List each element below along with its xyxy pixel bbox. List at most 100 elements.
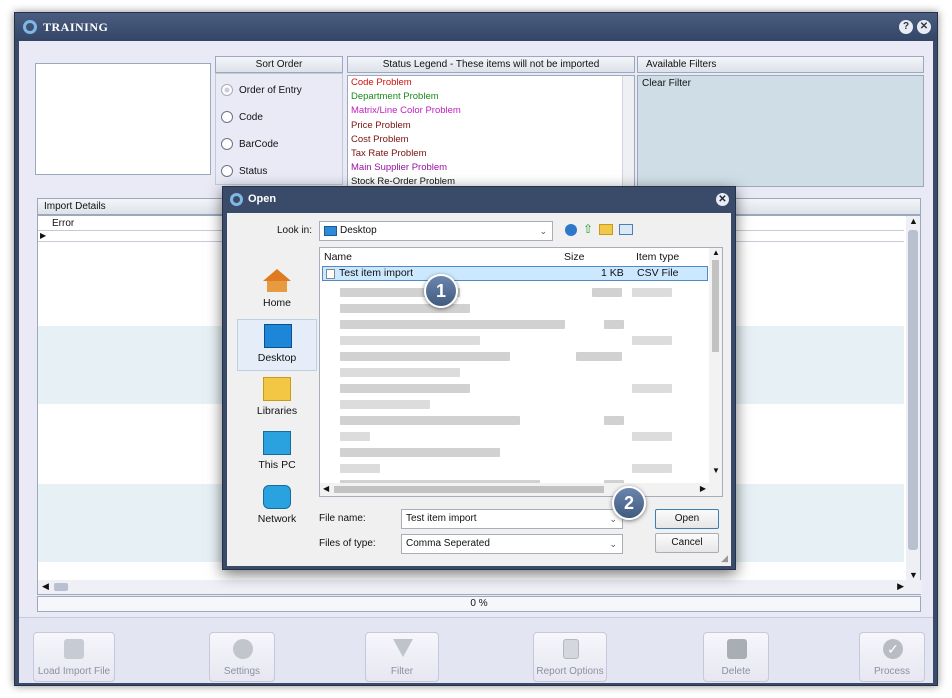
step-1-callout: 1	[424, 274, 458, 308]
blurred-type	[632, 336, 672, 345]
sort-barcode[interactable]: BarCode	[221, 135, 278, 153]
selected-file-row[interactable]: Test item import 1 KB CSV File	[322, 266, 708, 281]
file-name-label: File name:	[319, 513, 366, 524]
desktop-icon	[264, 324, 292, 348]
settings-button[interactable]: Settings	[209, 632, 275, 682]
scroll-down-icon[interactable]: ▼	[909, 570, 918, 580]
scroll-thumb[interactable]	[54, 583, 68, 591]
blurred-file-row	[340, 432, 370, 441]
chevron-down-icon: ⌄	[539, 226, 547, 236]
button-label: Report Options	[536, 666, 604, 677]
new-folder-icon[interactable]	[599, 224, 613, 235]
file-list-hscrollbar[interactable]: ◀ ▶	[320, 483, 710, 496]
dialog-title: Open	[248, 193, 277, 205]
file-list-vscrollbar[interactable]: ▲ ▼	[709, 248, 722, 496]
scroll-right-icon[interactable]: ▶	[700, 484, 706, 493]
radio-icon	[221, 111, 233, 123]
scroll-thumb[interactable]	[712, 260, 719, 352]
blurred-file-row	[340, 464, 380, 473]
size-column-header[interactable]: Size	[564, 251, 584, 263]
checkmark-icon: ✓	[883, 639, 903, 659]
gear-icon	[233, 639, 253, 659]
blurred-file-row	[340, 336, 480, 345]
home-icon	[263, 269, 291, 281]
clear-filter-item[interactable]: Clear Filter	[638, 76, 923, 91]
place-desktop[interactable]: Desktop	[237, 319, 317, 371]
delete-button[interactable]: Delete	[703, 632, 769, 682]
progress-text: 0 %	[470, 598, 488, 609]
radio-icon	[221, 138, 233, 150]
button-label: Load Import File	[37, 666, 111, 677]
up-folder-icon[interactable]: ⇧	[583, 222, 593, 236]
place-this-pc[interactable]: This PC	[237, 427, 317, 479]
view-menu-icon[interactable]	[619, 224, 633, 235]
this-pc-icon	[263, 431, 291, 455]
scroll-thumb[interactable]	[334, 486, 604, 493]
place-label: Desktop	[257, 352, 297, 364]
dialog-logo-icon	[230, 193, 243, 206]
app-titlebar: TRAINING ? ✕	[15, 13, 937, 41]
look-in-combo[interactable]: Desktop ⌄	[319, 221, 553, 241]
button-label: Settings	[223, 666, 261, 677]
file-list[interactable]: Name Size Item type Test item import 1 K…	[319, 247, 723, 497]
grid-hscrollbar[interactable]: ◀ ▶	[38, 580, 922, 594]
sort-status[interactable]: Status	[221, 162, 267, 180]
scroll-up-icon[interactable]: ▲	[712, 248, 720, 257]
blurred-size	[576, 352, 622, 361]
legend-item: Code Problem	[351, 77, 412, 88]
load-import-file-button[interactable]: Load Import File	[33, 632, 115, 682]
files-of-type-select[interactable]: Comma Seperated ⌄	[401, 534, 623, 554]
open-button[interactable]: Open	[655, 509, 719, 529]
legend-scrollbar[interactable]	[622, 76, 634, 186]
places-bar: Home Desktop Libraries This PC Network	[237, 259, 317, 525]
radio-label: Status	[239, 165, 268, 177]
filter-button[interactable]: Filter	[365, 632, 439, 682]
place-label: Home	[262, 297, 291, 309]
sort-code[interactable]: Code	[221, 108, 263, 126]
file-name-field[interactable]: Test item import ⌄	[401, 509, 623, 529]
cancel-button[interactable]: Cancel	[655, 533, 719, 553]
scroll-left-icon[interactable]: ◀	[323, 484, 329, 493]
blurred-file-row	[340, 320, 565, 329]
name-column-header[interactable]: Name	[324, 251, 352, 263]
back-icon[interactable]	[565, 224, 577, 236]
row-pointer-icon: ▶	[40, 231, 47, 240]
close-app-button[interactable]: ✕	[917, 20, 931, 34]
button-label: Delete	[721, 666, 751, 677]
dialog-body: Look in: Desktop ⌄ ⇧ Home Desktop Librar…	[227, 213, 731, 566]
item-image-preview	[35, 63, 211, 175]
blurred-file-row	[340, 352, 510, 361]
look-in-value: Desktop	[340, 225, 377, 236]
place-libraries[interactable]: Libraries	[237, 373, 317, 425]
dialog-close-button[interactable]: ✕	[716, 193, 729, 206]
resize-grip-icon[interactable]: ◢	[721, 553, 728, 564]
funnel-icon	[393, 639, 413, 657]
place-network[interactable]: Network	[237, 481, 317, 533]
place-home[interactable]: Home	[237, 265, 317, 317]
sort-order-of-entry[interactable]: Order of Entry	[221, 81, 302, 99]
scroll-left-icon[interactable]: ◀	[42, 581, 49, 592]
legend-item: Tax Rate Problem	[351, 148, 427, 160]
dialog-titlebar: Open ✕	[223, 187, 735, 213]
process-button[interactable]: ✓ Process	[859, 632, 925, 682]
scroll-down-icon[interactable]: ▼	[712, 466, 720, 475]
radio-icon	[221, 84, 233, 96]
blurred-file-row	[340, 448, 500, 457]
place-label: Network	[257, 513, 297, 525]
status-legend-header: Status Legend - These items will not be …	[347, 56, 635, 73]
scroll-thumb[interactable]	[908, 230, 918, 550]
file-name: Test item import	[339, 267, 414, 279]
status-legend-list[interactable]: Code Problem Department Problem Matrix/L…	[347, 75, 635, 187]
filters-header: Available Filters	[637, 56, 924, 73]
report-options-button[interactable]: Report Options	[533, 632, 607, 682]
grid-vscrollbar[interactable]: ▲ ▼	[906, 216, 920, 582]
help-button[interactable]: ?	[899, 20, 913, 34]
blurred-size	[592, 288, 622, 297]
scroll-up-icon[interactable]: ▲	[909, 216, 918, 226]
chevron-down-icon: ⌄	[609, 539, 617, 549]
type-column-header[interactable]: Item type	[636, 251, 679, 263]
scroll-right-icon[interactable]: ▶	[897, 581, 904, 592]
blurred-type	[632, 432, 672, 441]
trash-icon	[727, 639, 747, 659]
blurred-size	[604, 416, 624, 425]
